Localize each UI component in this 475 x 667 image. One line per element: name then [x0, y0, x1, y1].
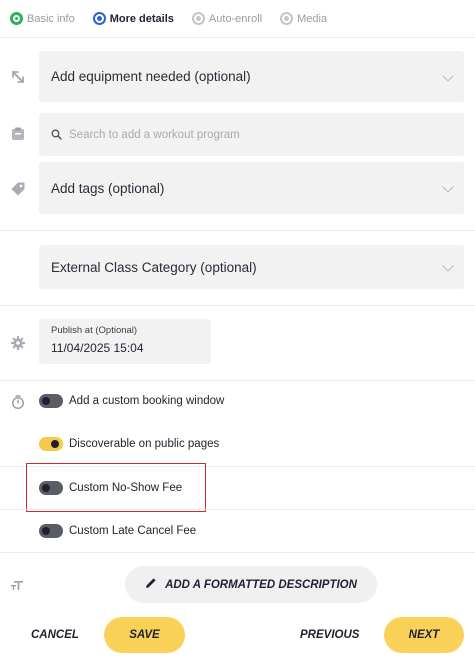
step-auto-enroll[interactable]: Auto-enroll [191, 12, 263, 25]
external-class-category-select[interactable]: External Class Category (optional) [39, 245, 464, 289]
late-cancel-fee-toggle[interactable] [39, 524, 63, 538]
gear-icon [10, 335, 26, 351]
step-label: Media [297, 12, 328, 25]
previous-button[interactable]: PREVIOUS [300, 629, 359, 641]
highlight-box [26, 463, 206, 512]
category-label: External Class Category (optional) [51, 259, 257, 275]
text-size-icon [10, 578, 24, 592]
tags-select[interactable]: Add tags (optional) [39, 162, 464, 214]
step-label: Basic info [27, 12, 75, 25]
expand-arrows-icon [10, 69, 26, 85]
step-more-details[interactable]: More details [92, 12, 174, 25]
step-pending-icon [191, 12, 205, 25]
step-label: Auto-enroll [208, 12, 263, 25]
discoverable-row: Discoverable on public pages [39, 437, 219, 451]
step-basic-info[interactable]: Basic info [10, 12, 75, 25]
tags-label: Add tags (optional) [51, 180, 165, 196]
publish-at-field[interactable]: Publish at (Optional) 11/04/2025 15:04 [39, 319, 211, 364]
late-cancel-fee-row: Custom Late Cancel Fee [39, 524, 196, 538]
toggle-knob [42, 397, 50, 405]
step-current-icon [92, 12, 106, 25]
divider [0, 552, 475, 553]
discoverable-label: Discoverable on public pages [69, 438, 220, 450]
divider [0, 509, 475, 510]
divider [0, 305, 475, 306]
late-cancel-fee-label: Custom Late Cancel Fee [69, 525, 197, 537]
step-complete-icon [10, 12, 23, 25]
workout-program-search[interactable] [39, 113, 464, 156]
equipment-label: Add equipment needed (optional) [51, 69, 251, 84]
workout-search-input[interactable] [69, 128, 429, 141]
publish-label: Publish at (Optional) [51, 325, 138, 336]
clipboard-icon [10, 126, 26, 142]
booking-window-toggle[interactable] [39, 394, 63, 408]
wizard-stepper: Basic info More details Auto-enroll Medi… [0, 0, 475, 38]
publish-value: 11/04/2025 15:04 [51, 341, 144, 355]
tag-icon [10, 181, 26, 197]
chevron-down-icon [442, 69, 454, 82]
booking-window-row: Add a custom booking window [39, 394, 224, 408]
divider [0, 380, 475, 381]
add-description-label: ADD A FORMATTED DESCRIPTION [165, 578, 357, 591]
divider [0, 230, 475, 231]
discoverable-toggle[interactable] [39, 437, 63, 451]
step-media[interactable]: Media [280, 12, 327, 25]
step-label: More details [109, 12, 174, 25]
equipment-select[interactable]: Add equipment needed (optional) [39, 51, 464, 102]
booking-window-label: Add a custom booking window [69, 395, 225, 407]
add-formatted-description-button[interactable]: ADD A FORMATTED DESCRIPTION [125, 566, 377, 603]
pencil-icon [145, 577, 157, 592]
stopwatch-icon [10, 394, 26, 410]
save-button[interactable]: SAVE [104, 617, 185, 653]
toggle-knob [42, 527, 50, 535]
chevron-down-icon [442, 181, 454, 193]
next-button[interactable]: NEXT [384, 617, 464, 653]
chevron-down-icon [442, 260, 454, 272]
toggle-knob [51, 440, 59, 448]
next-label: NEXT [408, 629, 440, 641]
save-label: SAVE [129, 629, 160, 641]
cancel-button[interactable]: CANCEL [31, 629, 79, 641]
search-icon [51, 129, 62, 140]
step-pending-icon [280, 12, 294, 25]
